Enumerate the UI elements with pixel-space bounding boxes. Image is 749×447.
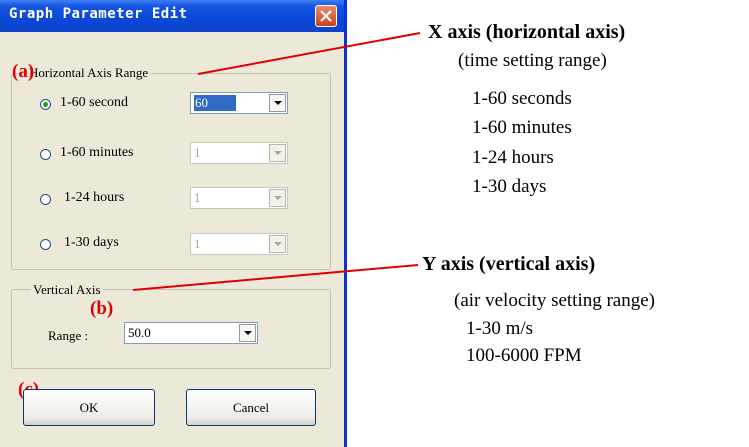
y-axis-line-3: 100-6000 FPM <box>466 345 582 366</box>
x-axis-line-3: 1-60 minutes <box>472 117 572 138</box>
y-axis-line-2: 1-30 m/s <box>466 318 534 339</box>
x-axis-line-2: 1-60 seconds <box>472 88 572 109</box>
y-axis-line-1: (air velocity setting range) <box>454 290 656 311</box>
annotation-leader-lines <box>132 32 421 291</box>
y-axis-heading: Y axis (vertical axis) <box>422 253 596 275</box>
x-axis-heading: X axis (horizontal axis) <box>428 21 626 43</box>
y-axis-leader-line <box>132 264 419 291</box>
x-axis-line-5: 1-30 days <box>472 176 547 197</box>
x-axis-line-1: (time setting range) <box>458 50 607 71</box>
x-axis-line-4: 1-24 hours <box>472 147 554 168</box>
x-axis-leader-line <box>197 32 421 75</box>
